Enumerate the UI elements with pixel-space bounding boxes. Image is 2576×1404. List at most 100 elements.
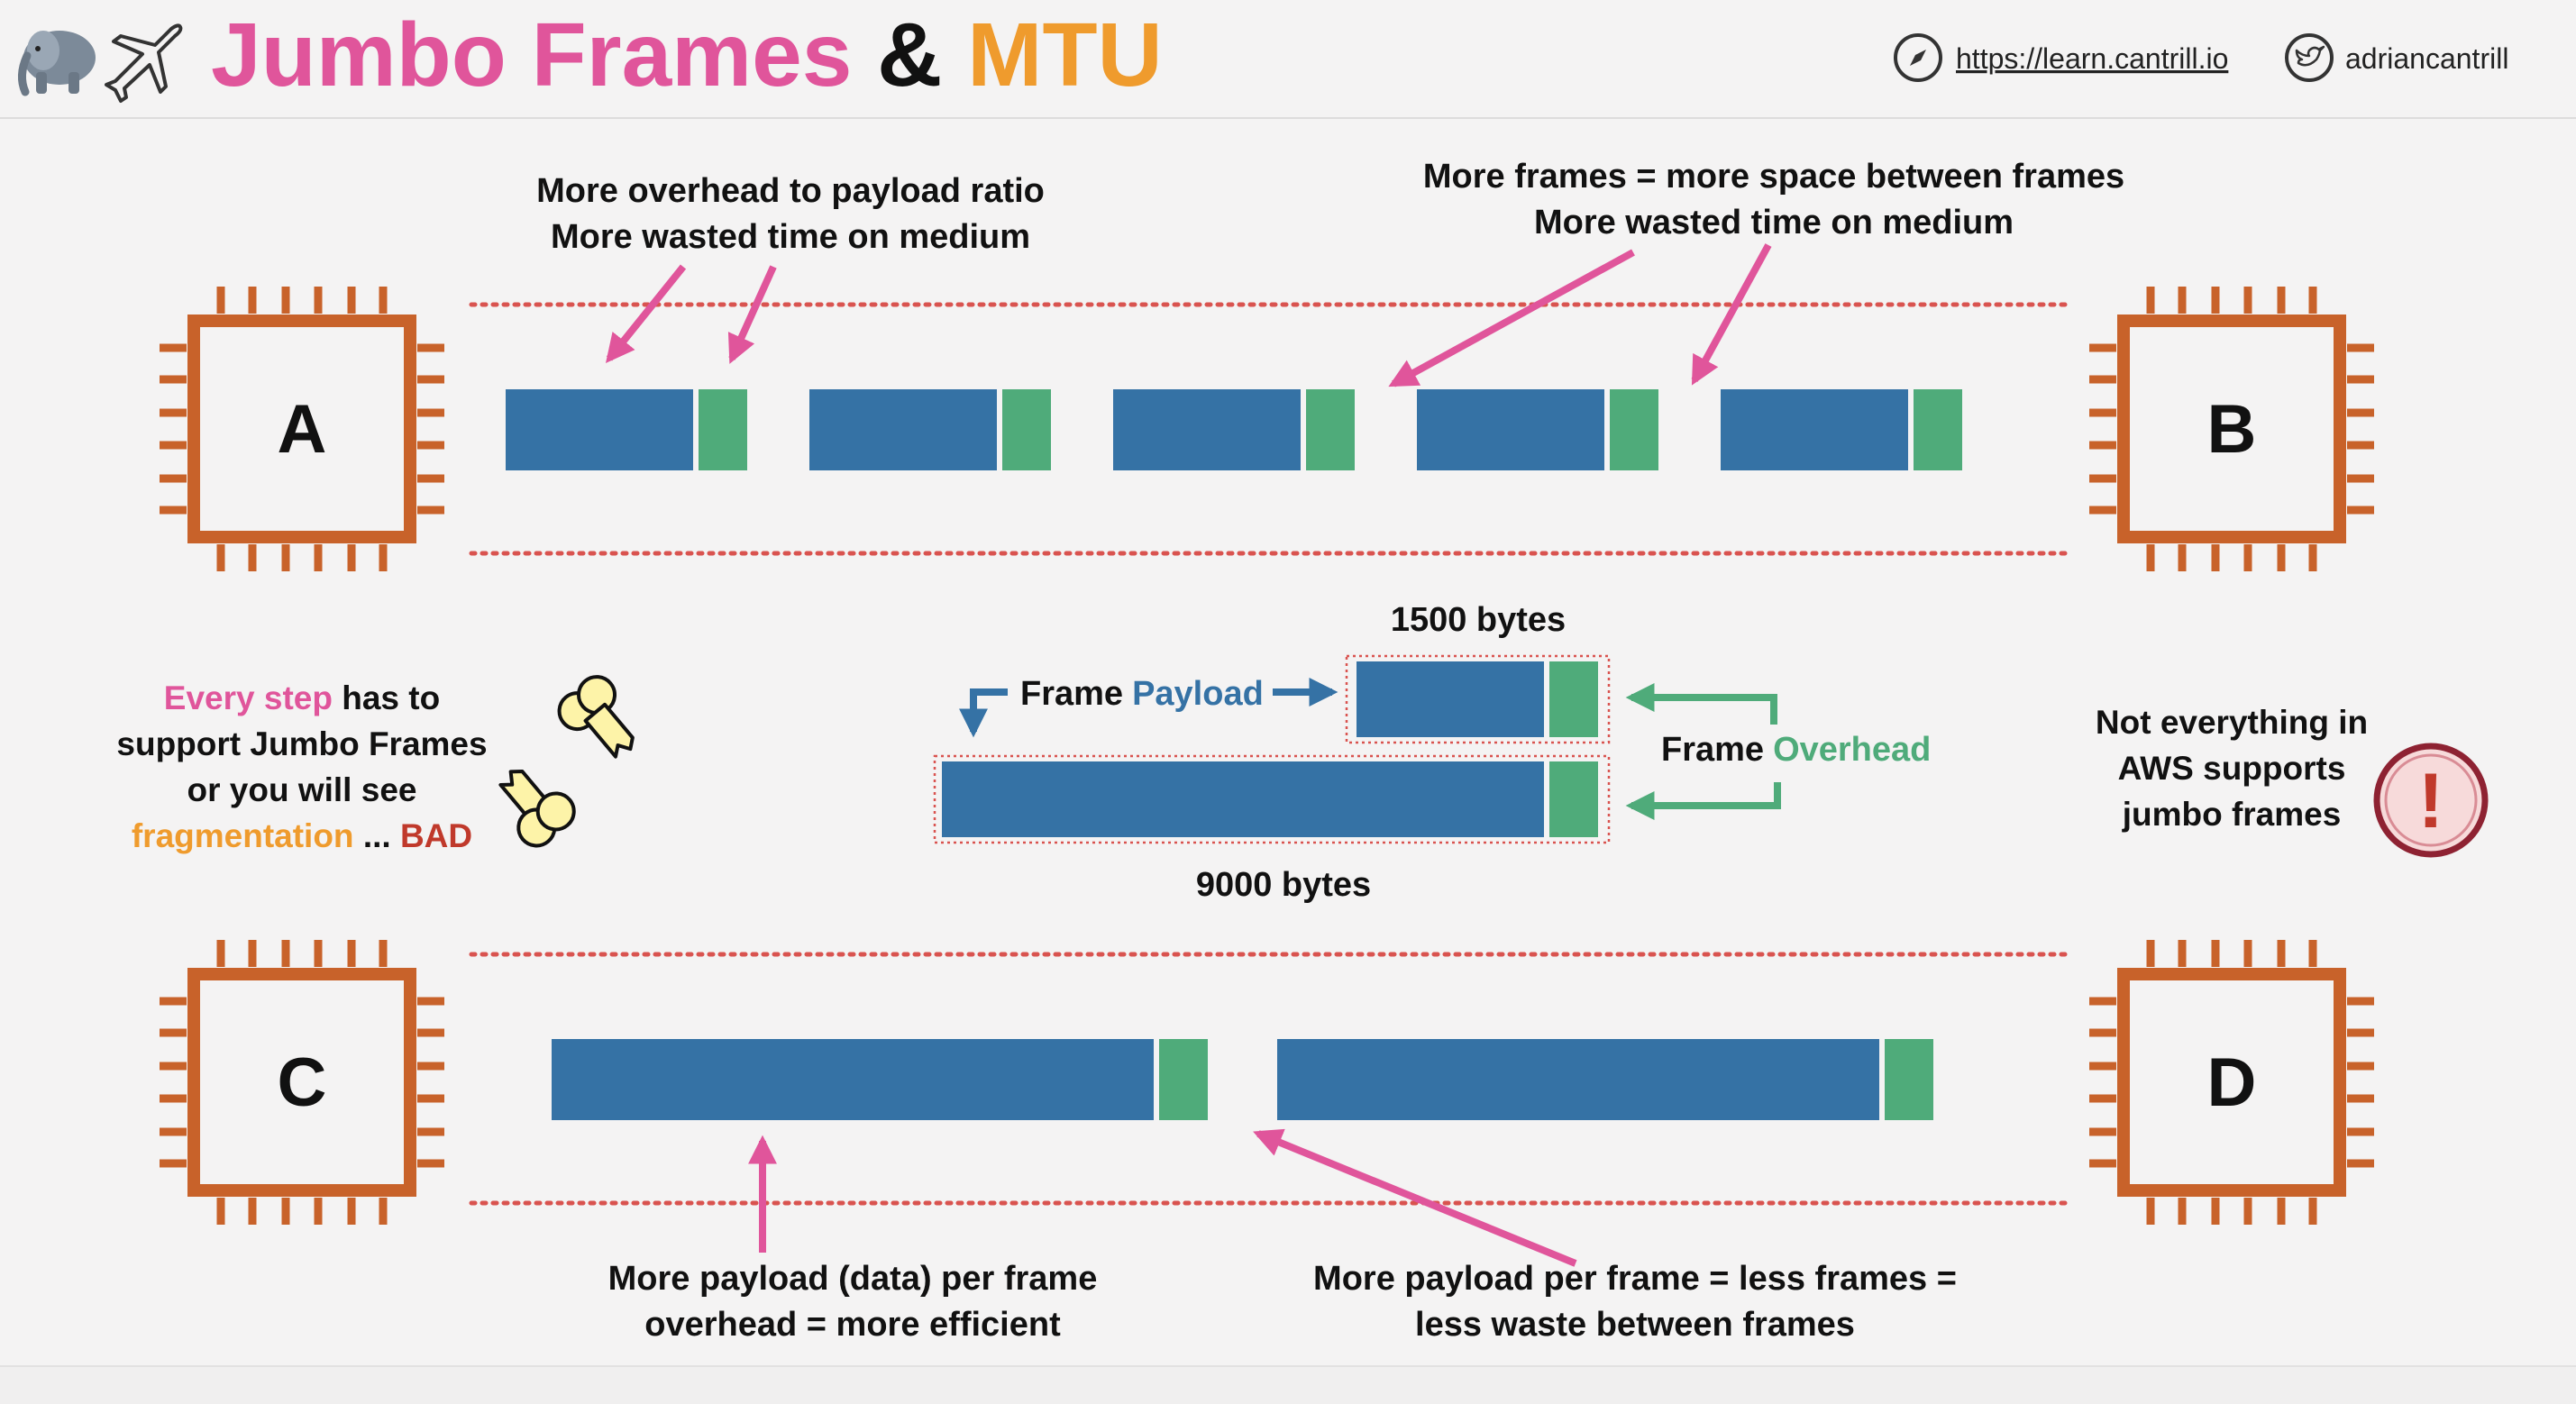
chip-pin: [248, 1198, 257, 1225]
top-left-annotation-line2: More wasted time on medium: [551, 218, 1030, 256]
chip-pin: [2089, 408, 2116, 417]
left-note-line2: support Jumbo Frames: [116, 725, 487, 762]
frame-1500-payload: [1357, 661, 1544, 737]
learn-cantrill-link[interactable]: https://learn.cantrill.io: [1956, 42, 2228, 75]
chip-pin: [2211, 1198, 2220, 1225]
chip-pin: [2089, 1062, 2116, 1071]
frame-1500-label: 1500 bytes: [1391, 601, 1566, 639]
frame-overhead-prefix: Frame: [1661, 731, 1764, 769]
chip-pin: [2347, 1127, 2374, 1136]
chip-pin: [379, 1198, 388, 1225]
chip-pin: [2211, 287, 2220, 314]
small-frame: [809, 389, 1051, 470]
small-frame: [1721, 389, 1962, 470]
chip-pin: [2243, 940, 2252, 967]
chip-pin: [417, 1028, 444, 1037]
chip-label-d: D: [2207, 1044, 2257, 1121]
title-jumbo-frames: Jumbo Frames: [211, 5, 852, 105]
chip-pin: [2146, 940, 2155, 967]
chip-pin: [160, 375, 187, 384]
arrow-to-gap-2: [1691, 243, 1772, 386]
right-note-line3: jumbo frames: [2122, 796, 2342, 833]
overhead-arrow-lower: [1625, 782, 1781, 820]
chip-pin: [347, 940, 356, 967]
chip-pin: [160, 1028, 187, 1037]
top-left-annotation-line1: More overhead to payload ratio: [536, 172, 1045, 210]
chip-pin: [2178, 287, 2187, 314]
chip-pin: [417, 1127, 444, 1136]
bottom-right-annotation-line2: less waste between frames: [1415, 1306, 1855, 1344]
chip-pin: [2347, 997, 2374, 1006]
chip-pin: [216, 1198, 225, 1225]
header: Jumbo Frames & MTU https://learn.cantril…: [18, 5, 2508, 105]
right-note-line1: Not everything in: [2096, 704, 2368, 741]
left-note-fragmentation: fragmentation: [132, 817, 354, 854]
bottom-left-annotation-line2: overhead = more efficient: [644, 1306, 1061, 1344]
chip-pin: [2347, 1094, 2374, 1103]
chip-pin: [314, 287, 323, 314]
chip-pin: [2146, 1198, 2155, 1225]
small-frame: [1113, 389, 1355, 470]
chip-pin: [2146, 287, 2155, 314]
left-note-bad: BAD: [400, 817, 472, 854]
chip-a: A: [160, 287, 444, 571]
compass-icon: [1894, 33, 1942, 82]
chip-pin: [248, 940, 257, 967]
left-note: Every step has to support Jumbo Frames o…: [116, 679, 487, 854]
chip-pin: [2089, 506, 2116, 515]
chip-pin: [160, 441, 187, 450]
chip-pin: [2243, 287, 2252, 314]
overhead-arrow-upper: [1625, 683, 1777, 725]
frame-overhead: [1002, 389, 1051, 470]
arrow-to-gap-1: [1388, 249, 1635, 387]
arrow-to-payload: [605, 264, 687, 363]
chip-pin: [347, 1198, 356, 1225]
frame-overhead: [1914, 389, 1962, 470]
chip-pin: [2243, 1198, 2252, 1225]
chip-pin: [2347, 375, 2374, 384]
frame-overhead: [1159, 1039, 1208, 1120]
frame-overhead-label: Frame Overhead: [1661, 731, 1931, 769]
top-right-annotation-line1: More frames = more space between frames: [1423, 158, 2124, 196]
jumbo-frame: [552, 1039, 1208, 1120]
footer-band: [0, 1367, 2576, 1404]
chip-pin: [2089, 1159, 2116, 1168]
chip-pin: [2089, 1094, 2116, 1103]
chip-pin: [2308, 1198, 2317, 1225]
chip-pin: [417, 1062, 444, 1071]
header-divider: [0, 117, 2576, 119]
chip-pin: [281, 544, 290, 571]
frame-payload-label: Frame Payload: [1020, 675, 1264, 713]
arrow-to-overhead: [727, 265, 777, 364]
chip-pin: [2347, 474, 2374, 483]
jumbo-frame: [1277, 1039, 1933, 1120]
chip-pin: [347, 287, 356, 314]
chip-pin: [216, 287, 225, 314]
elephant-icon: [18, 31, 96, 96]
chip-pin: [216, 940, 225, 967]
chip-pin: [417, 997, 444, 1006]
frame-9000-overhead: [1549, 761, 1598, 837]
chip-pin: [2178, 544, 2187, 571]
chip-pin: [417, 506, 444, 515]
chip-pin: [2089, 375, 2116, 384]
frame-payload: [552, 1039, 1154, 1120]
chip-label-b: B: [2207, 391, 2257, 468]
chip-b: B: [2089, 287, 2374, 571]
chip-pin: [2089, 1028, 2116, 1037]
frame-overhead-word: Overhead: [1773, 731, 1931, 769]
frame-overhead: [1306, 389, 1355, 470]
chip-pin: [314, 1198, 323, 1225]
chip-label-a: A: [278, 391, 327, 468]
twitter-handle[interactable]: adriancantrill: [2345, 42, 2508, 75]
frame-payload: [1417, 389, 1604, 470]
chip-pin: [2308, 544, 2317, 571]
frame-overhead: [1610, 389, 1658, 470]
chip-pin: [2178, 1198, 2187, 1225]
chip-pin: [417, 1094, 444, 1103]
chip-pin: [2178, 940, 2187, 967]
chip-pin: [417, 408, 444, 417]
frame-1500-overhead: [1549, 661, 1598, 737]
left-note-line1: Every step has to: [164, 679, 440, 716]
chip-pin: [2277, 1198, 2286, 1225]
